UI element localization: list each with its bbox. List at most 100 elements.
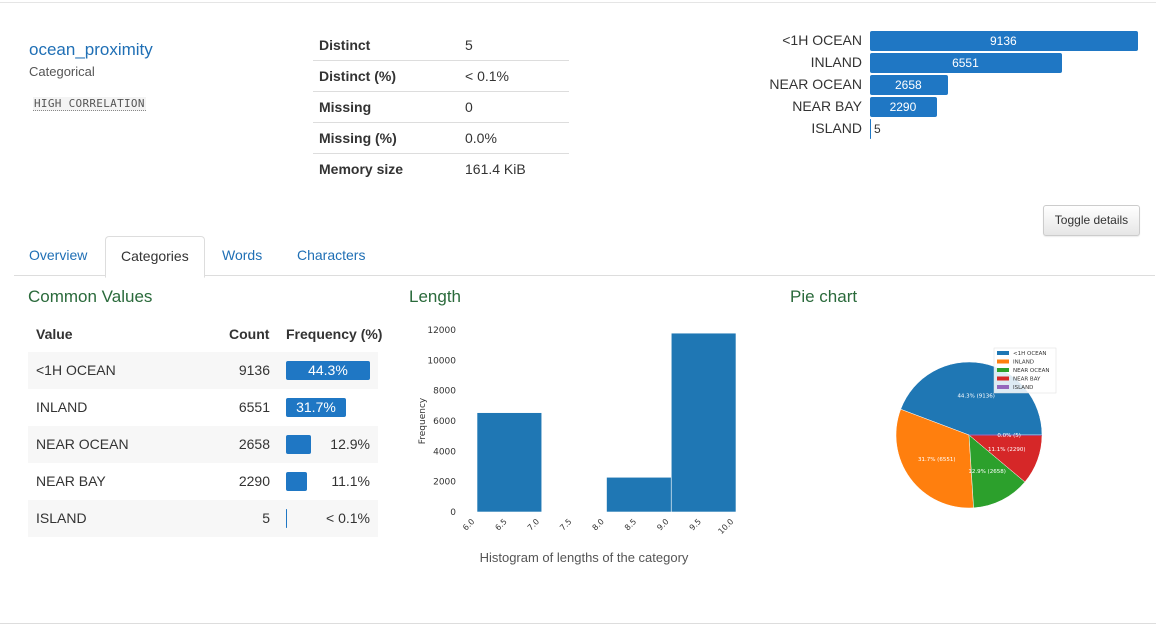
y-tick-label: 0 <box>450 508 456 518</box>
pie-legend: <1H OCEAN INLAND NEAR OCEAN NEAR BAY ISLAND <box>993 347 1057 394</box>
mini-chart-row: NEAR OCEAN 2658 <box>750 75 1150 95</box>
table-row: NEAR BAY 2290 11.1% <box>28 463 378 500</box>
x-tick-label: 9.0 <box>655 517 670 532</box>
row-frequency: 44.3% <box>308 362 348 378</box>
table-row: <1H OCEAN 9136 44.3% <box>28 352 378 389</box>
common-values-title: Common Values <box>28 287 153 306</box>
tab-words[interactable]: Words <box>207 236 277 275</box>
row-count: 5 <box>262 510 270 526</box>
mini-chart-value: 9136 <box>990 34 1017 48</box>
stat-label: Missing (%) <box>313 122 459 154</box>
y-tick-label: 8000 <box>433 387 456 397</box>
histogram-bar <box>476 412 543 513</box>
variable-name-link[interactable]: ocean_proximity <box>29 40 153 60</box>
legend-label: NEAR OCEAN <box>1013 368 1049 374</box>
tab-categories[interactable]: Categories <box>105 236 205 278</box>
y-tick-label: 2000 <box>433 478 456 488</box>
pie-slice-label: 44.3% (9136) <box>957 394 995 400</box>
mini-chart-value: 6551 <box>952 56 979 70</box>
pie-slice-label: 12.9% (2658) <box>968 469 1006 475</box>
mini-chart-value: 2658 <box>894 78 922 92</box>
stat-label: Distinct (%) <box>313 60 459 92</box>
length-histogram: 0 2000 4000 6000 8000 10000 12000 6.0 6.5 7.0 7.5 8… <box>418 326 737 565</box>
x-tick-label: 7.0 <box>526 517 541 532</box>
column-header-count: Count <box>229 326 270 342</box>
legend-label: <1H OCEAN <box>1013 351 1047 357</box>
stats-row: Missing 0 <box>313 91 569 123</box>
legend-swatch <box>997 368 1009 372</box>
x-tick-label: 8.0 <box>591 517 606 532</box>
row-count: 6551 <box>238 399 270 415</box>
variable-stats-table: Distinct 5 Distinct (%) < 0.1% Missing 0 Missi… <box>313 30 569 184</box>
row-value: ISLAND <box>36 510 87 526</box>
table-row: INLAND 6551 31.7% <box>28 389 378 426</box>
tab-overview[interactable]: Overview <box>14 236 102 275</box>
stat-label: Memory size <box>319 161 404 177</box>
row-count: 2658 <box>238 436 270 452</box>
legend-swatch <box>997 359 1009 364</box>
y-tick-label: 6000 <box>433 417 456 427</box>
x-tick-label: 6.0 <box>461 517 476 532</box>
legend-swatch <box>997 351 1009 355</box>
legend-swatch <box>997 385 1009 389</box>
stat-value: 161.4 KiB <box>465 161 526 177</box>
row-count: 9136 <box>238 362 270 378</box>
bottom-divider <box>0 623 1156 624</box>
y-tick-label: 12000 <box>427 326 456 336</box>
frequency-bar <box>286 435 311 454</box>
histogram-bar <box>670 332 737 513</box>
pie-slice-label: 31.7% (6551) <box>918 457 956 463</box>
length-title: Length <box>409 287 461 306</box>
y-tick-label: 10000 <box>427 356 456 366</box>
frequency-bar <box>286 509 287 528</box>
row-count: 2290 <box>238 473 270 489</box>
category-pie-chart: 44.3% (9136) 31.7% (6551) 12.9% (2658) 11.1… <box>895 347 1057 509</box>
y-axis-label: Frequency <box>418 397 428 444</box>
legend-label: NEAR BAY <box>1013 377 1041 383</box>
toggle-details-button[interactable]: Toggle details <box>1043 205 1140 236</box>
row-frequency: 31.7% <box>296 399 336 415</box>
y-tick-label: 4000 <box>433 447 456 457</box>
stats-row: Memory size 161.4 KiB <box>313 154 569 185</box>
mini-chart-row: <1H OCEAN 9136 <box>750 31 1150 51</box>
stats-row: Distinct (%) < 0.1% <box>313 60 569 92</box>
mini-chart-value: 5 <box>874 122 881 136</box>
pie-slice-label: 0.0% (5) <box>997 433 1021 439</box>
stat-value: < 0.1% <box>459 60 569 92</box>
mini-chart-row: NEAR BAY 2290 <box>750 97 1150 117</box>
mini-chart-label: INLAND <box>810 54 862 70</box>
row-value: NEAR BAY <box>36 473 106 489</box>
row-value: NEAR OCEAN <box>36 436 129 452</box>
stat-label: Missing <box>313 91 459 123</box>
mini-chart-value: 2290 <box>889 100 917 114</box>
mini-chart-label: NEAR BAY <box>792 98 862 114</box>
stat-value: 0 <box>459 91 569 123</box>
stat-value: 0.0% <box>459 122 569 154</box>
mini-chart-label: <1H OCEAN <box>782 32 862 48</box>
row-value: INLAND <box>36 399 88 415</box>
mini-chart-label: ISLAND <box>811 120 862 136</box>
x-tick-label: 8.5 <box>623 517 638 532</box>
top-divider <box>0 2 1156 3</box>
frequency-bar <box>286 472 308 491</box>
high-correlation-badge[interactable]: HIGH CORRELATION <box>33 97 146 111</box>
x-tick-label: 7.5 <box>558 517 573 532</box>
table-row: ISLAND 5 < 0.1% <box>28 500 378 537</box>
legend-label: INLAND <box>1013 360 1034 366</box>
tab-characters[interactable]: Characters <box>282 236 380 275</box>
pie-slice-label: 11.1% (2290) <box>988 447 1026 453</box>
mini-chart-label: NEAR OCEAN <box>769 76 862 92</box>
mini-chart-row: INLAND 6551 <box>750 53 1150 73</box>
variable-type: Categorical <box>29 64 95 79</box>
pie-chart-title: Pie chart <box>790 287 858 306</box>
row-frequency: 12.9% <box>330 436 370 452</box>
x-tick-label: 10.0 <box>716 517 735 536</box>
stat-value: 5 <box>459 30 569 61</box>
x-tick-label: 9.5 <box>688 517 703 532</box>
mini-chart-bar <box>870 119 871 139</box>
table-row: NEAR OCEAN 2658 12.9% <box>28 426 378 463</box>
column-header-value: Value <box>36 326 73 342</box>
stats-row: Distinct 5 <box>313 30 569 61</box>
mini-chart-row: ISLAND 5 <box>750 119 1150 139</box>
row-frequency: 11.1% <box>331 473 370 489</box>
